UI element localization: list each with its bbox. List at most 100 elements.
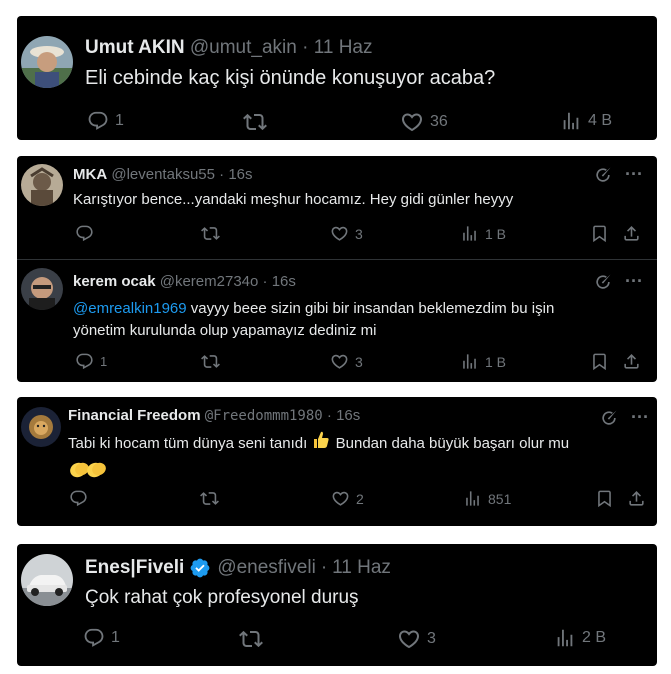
- share-button[interactable]: [627, 489, 646, 508]
- grok-icon[interactable]: [593, 272, 613, 292]
- tweet-card-enes: Enes|Fiveli @enesfiveli · 11 Haz Çok rah…: [17, 544, 657, 666]
- grok-icon[interactable]: [593, 165, 613, 185]
- tweet-header: Enes|Fiveli @enesfiveli · 11 Haz: [85, 557, 391, 579]
- reply-icon: [75, 224, 94, 243]
- reply-button[interactable]: 1: [87, 110, 124, 132]
- reply-count: 1: [111, 629, 120, 646]
- retweet-button[interactable]: [239, 627, 263, 651]
- views-button[interactable]: 1 B: [460, 224, 506, 243]
- tweet-text: Çok rahat çok profesyonel duruş: [85, 587, 359, 608]
- grok-icon[interactable]: [599, 408, 619, 428]
- views-button[interactable]: 2 B: [554, 627, 606, 649]
- avatar[interactable]: [21, 554, 73, 606]
- bar-chart-icon: [463, 489, 482, 508]
- like-button[interactable]: 2: [331, 489, 364, 508]
- user-handle[interactable]: @Freedommm1980: [205, 408, 323, 424]
- tweet-header: Umut AKIN @umut_akin · 11 Haz: [85, 37, 373, 59]
- retweet-button[interactable]: [243, 110, 267, 134]
- views-button[interactable]: 1 B: [460, 352, 506, 371]
- timestamp[interactable]: 16s: [272, 273, 296, 290]
- reply-button[interactable]: 1: [75, 352, 107, 371]
- more-icon[interactable]: ···: [625, 271, 643, 292]
- views-button[interactable]: 851: [463, 489, 511, 508]
- like-count: 36: [430, 113, 448, 130]
- retweet-icon: [201, 352, 220, 371]
- like-button[interactable]: 36: [400, 110, 448, 134]
- clapping-hands-icon: [68, 458, 108, 488]
- bookmark-button[interactable]: [590, 224, 609, 243]
- timestamp[interactable]: 16s: [336, 407, 360, 424]
- mention-link[interactable]: @emrealkin1969: [73, 300, 187, 317]
- like-button[interactable]: 3: [397, 627, 436, 651]
- share-button[interactable]: [622, 224, 641, 243]
- tweet-header: kerem ocak @kerem2734o · 16s: [73, 273, 296, 290]
- retweet-icon: [200, 489, 219, 508]
- retweet-icon: [243, 110, 267, 134]
- like-count: 3: [355, 225, 363, 242]
- timestamp[interactable]: 11 Haz: [332, 557, 391, 579]
- tweet-tools: ···: [593, 164, 643, 185]
- tweet-tools: ···: [593, 271, 643, 292]
- share-icon: [627, 489, 646, 508]
- share-button[interactable]: [622, 352, 641, 371]
- display-name[interactable]: Enes|Fiveli: [85, 557, 184, 579]
- display-name[interactable]: Umut AKIN: [85, 37, 185, 58]
- view-count: 4 B: [588, 112, 613, 129]
- views-button[interactable]: 4 B: [560, 110, 612, 132]
- view-count: 2 B: [582, 629, 607, 646]
- tweet-actions: 2 851: [17, 489, 657, 513]
- display-name[interactable]: kerem ocak: [73, 273, 156, 290]
- retweet-icon: [201, 224, 220, 243]
- retweet-icon: [239, 627, 263, 651]
- reply-icon: [75, 352, 94, 371]
- tweet-actions: 1 3 2 B: [17, 627, 657, 651]
- tweet-header: MKA @leventaksu55 · 16s: [73, 166, 253, 183]
- like-button[interactable]: 3: [330, 352, 363, 371]
- retweet-button[interactable]: [200, 489, 219, 508]
- reply-button[interactable]: 1: [83, 627, 120, 649]
- avatar[interactable]: [21, 164, 63, 206]
- reply-button[interactable]: [75, 224, 94, 243]
- timestamp[interactable]: 11 Haz: [314, 37, 373, 58]
- reply-icon: [83, 627, 105, 649]
- tweet-card-financial: Financial Freedom @Freedommm1980 · 16s ·…: [17, 397, 657, 526]
- like-button[interactable]: 3: [330, 224, 363, 243]
- tweet-text: Karıştıyor bence...yandaki meşhur hocamı…: [73, 191, 514, 208]
- user-handle[interactable]: @kerem2734o: [160, 273, 259, 290]
- avatar[interactable]: [21, 407, 61, 447]
- tweet-text: @emrealkin1969 vayyy beee sizin gibi bir…: [73, 298, 653, 342]
- tweet-text-part: vayyy beee sizin gibi bir insandan bekle…: [186, 300, 555, 317]
- share-icon: [622, 224, 641, 243]
- avatar[interactable]: [21, 36, 73, 88]
- verified-badge-icon[interactable]: [189, 557, 211, 579]
- timestamp[interactable]: 16s: [228, 166, 252, 183]
- bookmark-icon: [595, 489, 614, 508]
- reply-button[interactable]: [69, 489, 88, 508]
- more-icon[interactable]: ···: [625, 164, 643, 185]
- view-count: 1 B: [485, 225, 507, 242]
- tweet-text: Eli cebinde kaç kişi önünde konuşuyor ac…: [85, 67, 496, 89]
- heart-icon: [331, 489, 350, 508]
- tweet-mka: MKA @leventaksu55 · 16s ··· Karıştıyor b…: [17, 156, 657, 259]
- bar-chart-icon: [460, 224, 479, 243]
- more-icon[interactable]: ···: [631, 407, 649, 428]
- bar-chart-icon: [554, 627, 576, 649]
- tweet-actions: 1 36 4 B: [17, 110, 657, 134]
- display-name[interactable]: MKA: [73, 166, 107, 183]
- tweet-actions: 1 3 1 B: [17, 352, 657, 376]
- display-name[interactable]: Financial Freedom: [68, 407, 201, 424]
- heart-icon: [400, 110, 424, 134]
- user-handle[interactable]: @umut_akin: [190, 37, 297, 58]
- avatar[interactable]: [21, 268, 63, 310]
- like-count: 3: [427, 630, 436, 647]
- user-handle[interactable]: @leventaksu55: [111, 166, 215, 183]
- retweet-button[interactable]: [201, 224, 220, 243]
- bookmark-button[interactable]: [590, 352, 609, 371]
- tweet-text: Tabi ki hocam tüm dünya seni tanıdı Bund…: [68, 430, 653, 488]
- separator-dot: ·: [326, 407, 332, 424]
- reply-icon: [69, 489, 88, 508]
- user-handle[interactable]: @enesfiveli: [217, 557, 316, 579]
- retweet-button[interactable]: [201, 352, 220, 371]
- tweet-actions: 3 1 B: [17, 224, 657, 248]
- bookmark-button[interactable]: [595, 489, 614, 508]
